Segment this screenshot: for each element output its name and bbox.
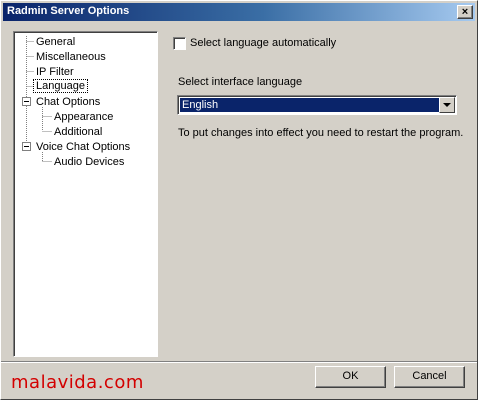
collapse-voice-chat-options-icon[interactable] — [22, 142, 31, 151]
tree-item-ip-filter[interactable]: IP Filter — [34, 65, 76, 79]
interface-language-value[interactable]: English — [180, 98, 439, 112]
interface-language-select[interactable]: English — [177, 95, 457, 115]
close-button[interactable]: × — [457, 5, 473, 19]
restart-hint-text: To put changes into effect you need to r… — [178, 127, 464, 139]
tree-item-miscellaneous[interactable]: Miscellaneous — [34, 50, 108, 64]
tree-item-additional[interactable]: Additional — [52, 125, 104, 139]
tree-item-language[interactable]: Language — [33, 79, 88, 93]
cancel-button[interactable]: Cancel — [394, 366, 465, 388]
title-bar[interactable]: Radmin Server Options × — [3, 3, 475, 21]
options-dialog: Radmin Server Options × General Miscella… — [0, 0, 478, 400]
window-title: Radmin Server Options — [7, 5, 130, 17]
tree-item-chat-options[interactable]: Chat Options — [34, 95, 102, 109]
tree-item-audio-devices[interactable]: Audio Devices — [52, 155, 126, 169]
auto-language-checkbox[interactable] — [173, 37, 186, 50]
ok-button[interactable]: OK — [315, 366, 386, 388]
options-tree[interactable]: General Miscellaneous IP Filter Language… — [13, 31, 158, 357]
tree-item-appearance[interactable]: Appearance — [52, 110, 115, 124]
dropdown-arrow-icon[interactable] — [439, 97, 455, 113]
close-icon: × — [461, 6, 469, 18]
tree-item-general[interactable]: General — [34, 35, 77, 49]
interface-language-label: Select interface language — [178, 76, 303, 88]
watermark-text: malavida.com — [11, 372, 144, 393]
footer-separator — [1, 361, 477, 363]
auto-language-label[interactable]: Select language automatically — [190, 37, 336, 49]
collapse-chat-options-icon[interactable] — [22, 97, 31, 106]
language-settings-panel: Select language automatically Select int… — [166, 31, 468, 357]
tree-item-voice-chat-options[interactable]: Voice Chat Options — [34, 140, 132, 154]
